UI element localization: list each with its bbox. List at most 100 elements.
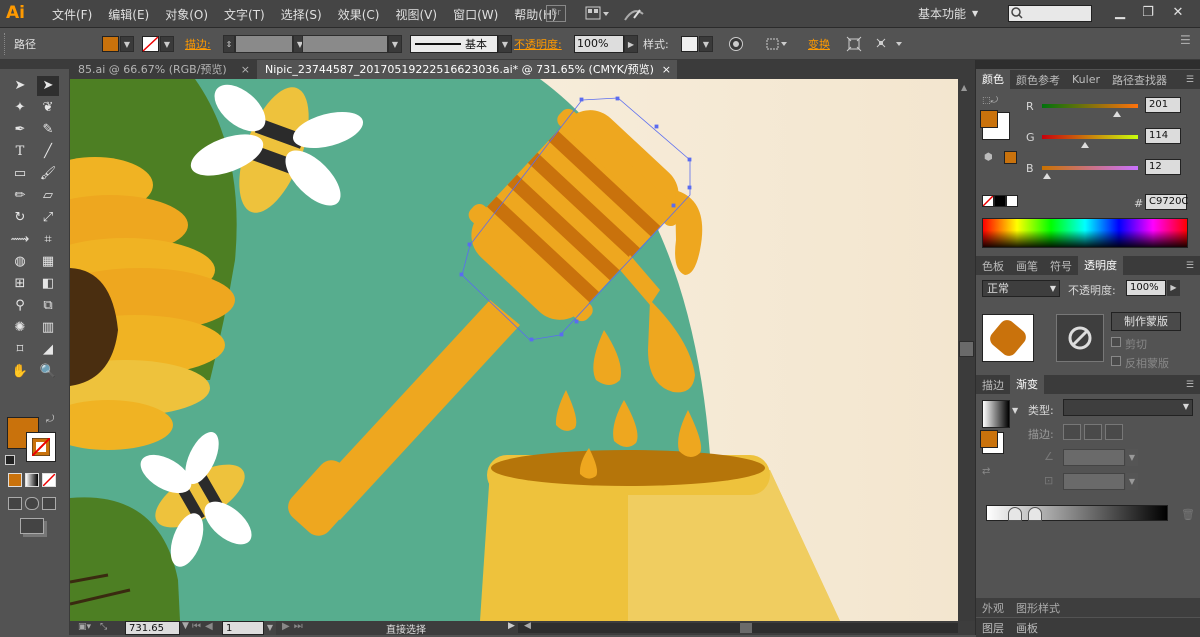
gradient-stop-1[interactable] [1008,507,1022,521]
artboard-number-field[interactable]: 1 [222,621,264,635]
tab-pathfinder[interactable]: 路径查找器 [1106,72,1173,88]
width-tool-icon[interactable]: ⟿ [9,230,31,250]
g-slider[interactable] [1042,135,1138,139]
perspective-grid-tool-icon[interactable]: ▦ [37,252,59,272]
zoom-fit-icon[interactable]: ⤡ [100,622,109,634]
opacity-value[interactable]: 100% [574,35,624,53]
status-menu-icon[interactable]: ▶ [508,621,515,631]
rotate-tool-icon[interactable]: ↻ [9,208,31,228]
blend-tool-icon[interactable]: ⧉ [37,296,59,316]
draw-inside-icon[interactable] [42,497,56,510]
gradient-fill-swatch[interactable] [980,430,998,448]
invert-mask-checkbox[interactable] [1111,356,1121,366]
menu-effect[interactable]: 效果(C) [330,6,388,23]
recolor-artwork-icon[interactable] [728,35,744,53]
tab-stroke[interactable]: 描边 [976,377,1010,393]
graphic-style-swatch[interactable]: ▼ [681,35,713,53]
transform-link[interactable]: 变换 [808,35,830,53]
eraser-tool-icon[interactable]: ▱ [37,186,59,206]
tab-swatches[interactable]: 色板 [976,258,1010,274]
tab-color[interactable]: 颜色 [976,70,1010,89]
brush-style-dropdown[interactable]: 基本 ▼ [410,35,512,53]
draw-normal-icon[interactable] [8,497,22,510]
r-slider[interactable] [1042,104,1138,108]
b-value[interactable]: 12 [1145,159,1181,175]
clip-checkbox[interactable] [1111,337,1121,347]
stroke-color-swatch[interactable] [26,432,56,462]
variable-width-dropdown[interactable]: ▼ [302,35,402,53]
arrange-documents-icon[interactable] [584,5,610,22]
gradient-within-stroke-icon[interactable] [1063,424,1081,440]
type-tool-icon[interactable]: T [9,142,31,162]
tab-document-2[interactable]: Nipic_23744587_20170519222516623036.ai* … [257,60,677,79]
scale-tool-icon[interactable]: ⤢ [37,208,59,228]
panel-menu-icon[interactable]: ☰ [1180,261,1200,271]
b-slider[interactable] [1042,166,1138,170]
gradient-stop-2[interactable] [1028,507,1042,521]
scroll-left-icon[interactable]: ◀ [524,621,531,631]
tab-layers[interactable]: 图层 [976,620,1010,636]
fill-swatch[interactable]: ▼ [102,35,134,53]
menu-object[interactable]: 对象(O) [157,6,216,23]
gradient-type-dropdown[interactable]: ▼ [1063,399,1193,416]
artboard-nav-prev-icons[interactable]: ⏮◀ [192,621,217,632]
stroke-swatch[interactable]: ▼ [142,35,174,53]
g-slider-thumb[interactable] [1081,138,1089,148]
direct-selection-tool-icon[interactable]: ➤ [37,76,59,96]
rectangle-tool-icon[interactable]: ▭ [9,164,31,184]
tab-document-1[interactable]: 85.ai @ 66.67% (RGB/预览) × [70,60,256,79]
isolate-icon[interactable] [846,35,862,53]
gradient-across-stroke-icon[interactable] [1105,424,1123,440]
artboard-dropdown-icon[interactable]: ▼ [264,621,276,635]
menu-edit[interactable]: 编辑(E) [100,6,157,23]
zoom-tool-icon[interactable]: 🔍 [37,362,59,382]
screen-mode-icon[interactable] [20,518,44,534]
dock-header[interactable] [976,60,1200,69]
scroll-thumb[interactable] [959,341,974,357]
opacity-label[interactable]: 不透明度: [514,35,562,53]
default-colors-icon[interactable] [5,455,15,465]
stroke-weight-field[interactable]: ⇕ ▼ [223,35,307,53]
menu-file[interactable]: 文件(F) [44,6,100,23]
default-fill-stroke-icon[interactable]: ⬚⤾ [982,96,998,106]
r-slider-thumb[interactable] [1113,107,1121,117]
none-mode-icon[interactable] [42,473,56,487]
g-value[interactable]: 114 [1145,128,1181,144]
gradient-preset-dropdown-icon[interactable]: ▼ [1012,406,1018,415]
opacity-field[interactable]: 100% ▶ [574,35,638,53]
mask-thumbnail[interactable] [1056,314,1104,362]
curvature-pen-icon[interactable]: ✎ [37,120,59,140]
eyedropper-tool-icon[interactable]: ⚲ [9,296,31,316]
panel-menu-icon[interactable]: ☰ [1180,380,1200,390]
gradient-angle-field[interactable] [1063,449,1125,466]
gradient-mode-icon[interactable] [25,473,39,487]
tab-symbols[interactable]: 符号 [1044,258,1078,274]
magic-wand-tool-icon[interactable]: ✦ [9,98,31,118]
artboard-nav-next-icons[interactable]: ▶⏭ [282,621,307,632]
tab-close-icon[interactable]: × [241,60,250,79]
pen-tool-icon[interactable]: ✒ [9,120,31,140]
menu-type[interactable]: 文字(T) [216,6,273,23]
zoom-dropdown-icon[interactable]: ▼ [182,621,189,631]
color-spectrum[interactable] [982,218,1188,248]
arrange-options-icon[interactable] [874,35,904,53]
tab-gradient[interactable]: 渐变 [1010,375,1044,394]
trash-icon[interactable]: 🗑 [1181,508,1195,521]
gpu-icon[interactable]: ▣▾ [78,622,94,634]
tab-appearance[interactable]: 外观 [976,600,1010,616]
menu-window[interactable]: 窗口(W) [445,6,506,23]
b-slider-thumb[interactable] [1043,169,1051,179]
horizontal-scrollbar[interactable] [518,623,958,633]
hex-value[interactable]: C9720C [1145,194,1188,210]
workspace-switcher[interactable]: 基本功能 ▼ [918,4,996,23]
search-input[interactable] [1008,5,1092,22]
white-swatch[interactable] [1006,195,1018,207]
pencil-tool-icon[interactable]: ✏ [9,186,31,206]
none-swatch[interactable] [982,195,994,207]
close-icon[interactable]: ✕ [1166,2,1190,24]
swap-colors-icon[interactable]: ⤾ [46,414,54,425]
tab-color-guide[interactable]: 颜色参考 [1010,72,1066,88]
zoom-field[interactable]: 731.65 [125,621,180,635]
draw-behind-icon[interactable] [25,497,39,510]
selection-tool-icon[interactable]: ➤ [9,76,31,96]
